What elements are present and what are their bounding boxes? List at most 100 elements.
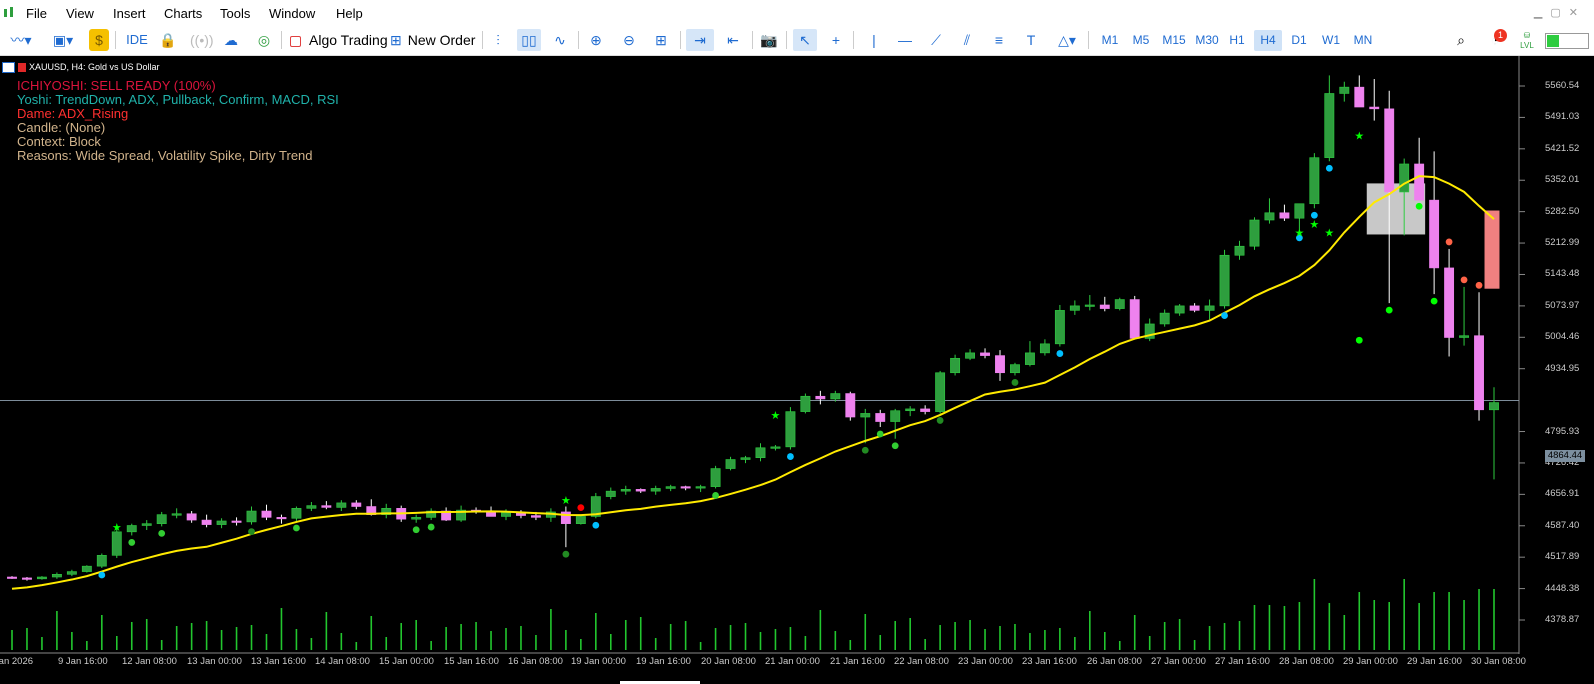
trendline-icon[interactable]: ⟋ xyxy=(925,29,947,51)
candle-body xyxy=(321,505,332,508)
lock-icon[interactable]: 🔒 xyxy=(158,29,178,51)
vertical-line-icon[interactable]: | xyxy=(863,29,885,51)
bar-chart-icon[interactable]: ⫶ xyxy=(487,29,509,51)
timeframe-m5[interactable]: M5 xyxy=(1127,30,1155,51)
signal-dot xyxy=(592,521,600,529)
window-controls[interactable]: ▁▢✕ xyxy=(1534,6,1586,19)
market-icon[interactable]: $ xyxy=(89,29,109,51)
candle xyxy=(755,443,766,462)
chart-symbol-header: XAUUSD, H4: Gold vs US Dollar xyxy=(2,61,160,74)
timeframe-m1[interactable]: M1 xyxy=(1096,30,1124,51)
text-tool-icon[interactable]: T xyxy=(1020,29,1042,51)
chart-shift-icon[interactable]: ⇤ xyxy=(720,29,746,51)
candle xyxy=(800,393,811,414)
lvl-indicator[interactable]: ⛁ LVL xyxy=(1516,29,1538,53)
search-icon[interactable]: ⌕ xyxy=(1450,29,1472,51)
timeframe-w1[interactable]: W1 xyxy=(1317,30,1345,51)
zoom-out-icon[interactable]: ⊖ xyxy=(618,29,640,51)
candle xyxy=(1444,248,1455,357)
timeframe-mn[interactable]: MN xyxy=(1348,30,1378,51)
price-axis-label: 4378.87 xyxy=(1545,614,1580,625)
toolbar-separator xyxy=(482,31,483,49)
menu-window[interactable]: Window xyxy=(269,6,315,22)
timeframe-m15[interactable]: M15 xyxy=(1158,30,1190,51)
lvl-icon: ⛁ xyxy=(1523,31,1531,40)
ide-button[interactable]: IDE xyxy=(124,29,150,51)
new-order-icon: ⊞ xyxy=(390,32,402,48)
signal-icon[interactable]: ((•)) xyxy=(190,29,214,51)
menu-help[interactable]: Help xyxy=(336,6,363,22)
signal-dot xyxy=(891,442,899,450)
timeframe-h1[interactable]: H1 xyxy=(1224,30,1250,51)
info-line-yoshi: Yoshi: TrendDown, ADX, Pullback, Confirm… xyxy=(17,92,339,107)
chart-templates-icon[interactable]: ▣▾ xyxy=(46,29,80,51)
candle xyxy=(1264,198,1275,224)
candle xyxy=(1010,362,1020,376)
line-chart-icon[interactable]: ∿ xyxy=(548,29,572,51)
candle-body xyxy=(575,516,586,524)
algo-trading-button[interactable]: Algo Trading xyxy=(290,29,400,51)
candle xyxy=(96,553,107,568)
candle xyxy=(620,485,631,495)
menu-view[interactable]: View xyxy=(66,6,94,22)
minimize-icon[interactable]: ▁ xyxy=(1534,7,1550,19)
toolbar-separator xyxy=(1088,31,1089,49)
crosshair-icon[interactable]: + xyxy=(825,29,847,51)
notifications-icon[interactable]: ◔1 xyxy=(1482,29,1508,51)
timeframe-d1[interactable]: D1 xyxy=(1286,30,1312,51)
candle-body xyxy=(1249,219,1260,247)
menu-charts[interactable]: Charts xyxy=(164,6,202,22)
zoom-in-icon[interactable]: ⊕ xyxy=(585,29,607,51)
cloud-icon[interactable]: ☁ xyxy=(221,29,241,51)
close-icon[interactable]: ✕ xyxy=(1569,7,1586,19)
toolbar-separator xyxy=(680,31,681,49)
candle-body xyxy=(51,573,62,578)
candle-body xyxy=(800,395,811,412)
tile-windows-icon[interactable]: ⊞ xyxy=(650,29,672,51)
toolbar-separator xyxy=(115,31,116,49)
menu-tools[interactable]: Tools xyxy=(220,6,250,22)
cursor-icon[interactable]: ↖ xyxy=(793,29,817,51)
candlestick-chart-icon[interactable]: ▯▯ xyxy=(517,29,541,51)
candle-body xyxy=(710,468,721,487)
screenshot-icon[interactable]: 📷 xyxy=(758,29,780,51)
channel-icon[interactable]: ⫽ xyxy=(956,29,978,51)
candle xyxy=(66,569,77,577)
shapes-icon[interactable]: △▾ xyxy=(1050,29,1084,51)
chart-area[interactable]: ★ ★ ★ ★ ★ ★ ★ XAUUSD, H4: Gold vs US Dollar IC… xyxy=(0,56,1594,684)
candle xyxy=(81,565,92,573)
candle-body xyxy=(246,510,257,523)
candle xyxy=(905,406,916,417)
candle xyxy=(845,391,856,421)
vps-icon[interactable]: ◎ xyxy=(254,29,274,51)
signal-dot xyxy=(1430,297,1438,305)
restore-icon[interactable]: ▢ xyxy=(1550,7,1568,19)
signal-dot xyxy=(712,492,719,499)
connection-status-bar[interactable] xyxy=(1545,33,1589,49)
candle xyxy=(336,500,347,512)
horizontal-line-icon[interactable]: — xyxy=(894,29,916,51)
time-axis-label: 22 Jan 08:00 xyxy=(894,656,949,667)
candle-body xyxy=(665,486,676,489)
candle-body xyxy=(860,413,871,418)
signal-dot xyxy=(1385,306,1393,314)
price-axis-label: 5212.99 xyxy=(1545,237,1580,249)
candle xyxy=(1204,299,1215,320)
candle xyxy=(1219,249,1230,309)
candle xyxy=(171,508,182,519)
timeframe-h4[interactable]: H4 xyxy=(1254,30,1282,51)
candle xyxy=(1129,295,1140,339)
auto-scroll-icon[interactable]: ⇥ xyxy=(686,29,714,51)
candle xyxy=(1114,297,1125,311)
fibonacci-icon[interactable]: ≡ xyxy=(988,29,1010,51)
candle xyxy=(156,511,167,527)
candle-body xyxy=(1444,267,1455,338)
menu-insert[interactable]: Insert xyxy=(113,6,146,22)
candle-body xyxy=(620,489,631,492)
candle xyxy=(635,488,646,493)
timeframe-m30[interactable]: M30 xyxy=(1191,30,1223,51)
new-order-button[interactable]: ⊞ New Order xyxy=(390,29,480,51)
candle-body xyxy=(336,502,347,508)
new-chart-icon[interactable]: 〰▾ xyxy=(6,29,36,51)
menu-file[interactable]: File xyxy=(26,6,47,22)
